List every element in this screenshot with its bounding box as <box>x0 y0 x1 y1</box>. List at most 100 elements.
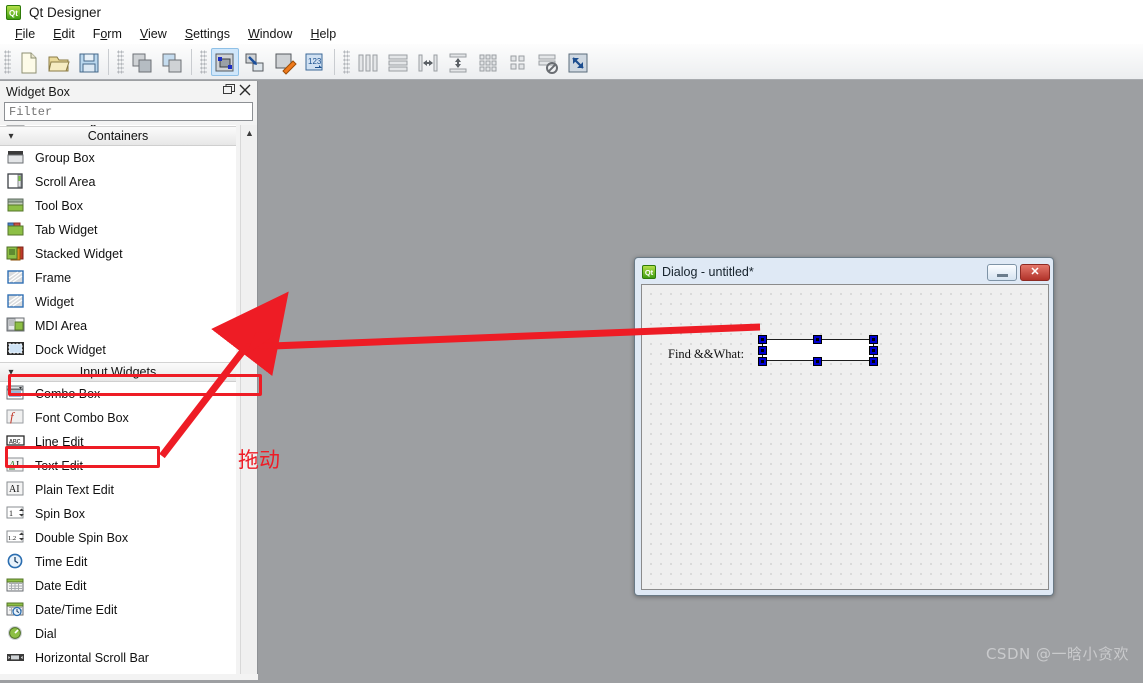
selection-handle-middle-right[interactable] <box>869 346 878 355</box>
edit-buddies-button[interactable] <box>271 48 299 76</box>
list-item-label: Text Edit <box>35 459 83 473</box>
widget-list-scrollbar[interactable]: ▲ <box>240 125 257 680</box>
spin-box-icon: 1 <box>6 505 26 523</box>
svg-text:ABC: ABC <box>9 439 21 446</box>
layout-splitter-v-button[interactable] <box>444 48 472 76</box>
list-item-group-box[interactable]: Group Box <box>0 146 236 170</box>
layout-grid-icon <box>479 54 497 71</box>
list-item-mdi-area[interactable]: MDI Area <box>0 314 236 338</box>
list-item-label: Line Edit <box>35 435 84 449</box>
layout-grid-button[interactable] <box>474 48 502 76</box>
toolbar-grip[interactable] <box>200 49 207 74</box>
menu-settings[interactable]: Settings <box>176 26 239 42</box>
list-item-label: Tool Box <box>35 199 83 213</box>
list-item-text-edit[interactable]: A I Text Edit <box>0 454 236 478</box>
form-window[interactable]: Qt Dialog - untitled* ✕ Find &&What: <box>634 257 1054 596</box>
widget-group-containers[interactable]: ▾ Containers <box>0 126 236 146</box>
list-item-spin-box[interactable]: 1 Spin Box <box>0 502 236 526</box>
widget-box-header: Widget Box <box>0 81 257 102</box>
layout-splitter-h-button[interactable] <box>414 48 442 76</box>
new-form-button[interactable] <box>15 48 43 76</box>
list-item-scroll-area[interactable]: Scroll Area <box>0 170 236 194</box>
list-item-dock-widget[interactable]: Dock Widget <box>0 338 236 362</box>
widget-list-wrapper: Table Widget ▾ Containers Group Box <box>0 125 257 680</box>
layout-horizontally-button[interactable] <box>354 48 382 76</box>
menu-edit[interactable]: Edit <box>44 26 84 42</box>
list-item-label: Scroll Area <box>35 175 96 189</box>
redo-button[interactable] <box>158 48 186 76</box>
combo-box-icon <box>6 385 26 403</box>
open-form-button[interactable] <box>45 48 73 76</box>
toolbar-grip[interactable] <box>117 49 124 74</box>
widget-group-input-widgets[interactable]: ▾ Input Widgets <box>0 362 236 382</box>
layout-vertically-button[interactable] <box>384 48 412 76</box>
edit-tab-order-button[interactable]: 123 <box>301 48 329 76</box>
form-label-find-what[interactable]: Find &&What: <box>668 347 744 362</box>
list-item-date-time-edit[interactable]: Date/Time Edit <box>0 598 236 622</box>
form-close-button[interactable]: ✕ <box>1020 263 1050 281</box>
selection-handle-bottom-left[interactable] <box>758 357 767 366</box>
date-edit-icon <box>6 577 26 595</box>
font-combo-box-icon: f <box>6 409 26 427</box>
menu-view[interactable]: View <box>131 26 176 42</box>
layout-vertical-icon <box>388 54 408 71</box>
selection-handle-top-center[interactable] <box>813 335 822 344</box>
selection-handle-bottom-center[interactable] <box>813 357 822 366</box>
menu-file[interactable]: File <box>6 26 44 42</box>
selection-handle-middle-left[interactable] <box>758 346 767 355</box>
list-item-dial[interactable]: Dial <box>0 622 236 646</box>
list-item-tool-box[interactable]: Tool Box <box>0 194 236 218</box>
toolbar-separator <box>334 48 335 75</box>
list-item-horizontal-scroll-bar[interactable]: Horizontal Scroll Bar <box>0 646 236 670</box>
toolbar-grip[interactable] <box>4 49 11 74</box>
toolbar-grip[interactable] <box>343 49 350 74</box>
chevron-down-icon: ▾ <box>8 366 14 378</box>
list-item-combo-box[interactable]: Combo Box <box>0 382 236 406</box>
list-item-date-edit[interactable]: Date Edit <box>0 574 236 598</box>
list-item-label: Frame <box>35 271 72 285</box>
menu-help[interactable]: Help <box>301 26 345 42</box>
toolbar-separator <box>191 48 192 75</box>
app-title: Qt Designer <box>29 4 102 20</box>
filter-row <box>0 102 257 121</box>
list-item-label: Dock Widget <box>35 343 106 357</box>
text-edit-icon: A I <box>6 457 26 475</box>
list-item-label: Time Edit <box>35 555 88 569</box>
filter-input[interactable] <box>4 102 253 121</box>
list-item-time-edit[interactable]: Time Edit <box>0 550 236 574</box>
list-item-stacked-widget[interactable]: Stacked Widget <box>0 242 236 266</box>
list-item-line-edit[interactable]: ABC Line Edit <box>0 430 236 454</box>
save-form-button[interactable] <box>75 48 103 76</box>
layout-form-icon <box>510 55 525 69</box>
scroll-area-icon <box>6 173 26 191</box>
undock-icon[interactable] <box>221 83 237 100</box>
selection-handle-top-left[interactable] <box>758 335 767 344</box>
selection-handle-bottom-right[interactable] <box>869 357 878 366</box>
adjust-size-button[interactable] <box>564 48 592 76</box>
layout-form-button[interactable] <box>504 48 532 76</box>
svg-text:I: I <box>16 460 19 471</box>
dock-bottom-filler <box>0 674 258 680</box>
form-minimize-button[interactable] <box>987 263 1017 281</box>
list-item-font-combo-box[interactable]: f Font Combo Box <box>0 406 236 430</box>
edit-signals-slots-button[interactable] <box>241 48 269 76</box>
selection-handle-top-right[interactable] <box>869 335 878 344</box>
line-edit-icon: ABC <box>6 433 26 451</box>
break-layout-button[interactable] <box>534 48 562 76</box>
list-item-plain-text-edit[interactable]: AI Plain Text Edit <box>0 478 236 502</box>
open-folder-icon <box>48 56 70 71</box>
close-icon[interactable] <box>237 84 253 100</box>
chevron-up-icon[interactable]: ▲ <box>241 125 257 142</box>
edit-widgets-button[interactable] <box>211 47 239 76</box>
undo-button[interactable] <box>128 48 156 76</box>
widget-list[interactable]: Table Widget ▾ Containers Group Box <box>0 125 236 680</box>
list-item-frame[interactable]: Frame <box>0 266 236 290</box>
menu-window[interactable]: Window <box>239 26 301 42</box>
list-item-widget[interactable]: Widget <box>0 290 236 314</box>
list-item-label: Double Spin Box <box>35 531 129 545</box>
menu-form[interactable]: Form <box>84 26 131 42</box>
list-item-tab-widget[interactable]: Tab Widget <box>0 218 236 242</box>
list-item-double-spin-box[interactable]: 1.2 Double Spin Box <box>0 526 236 550</box>
form-canvas[interactable]: Find &&What: <box>641 284 1049 590</box>
list-item-label: MDI Area <box>35 319 88 333</box>
